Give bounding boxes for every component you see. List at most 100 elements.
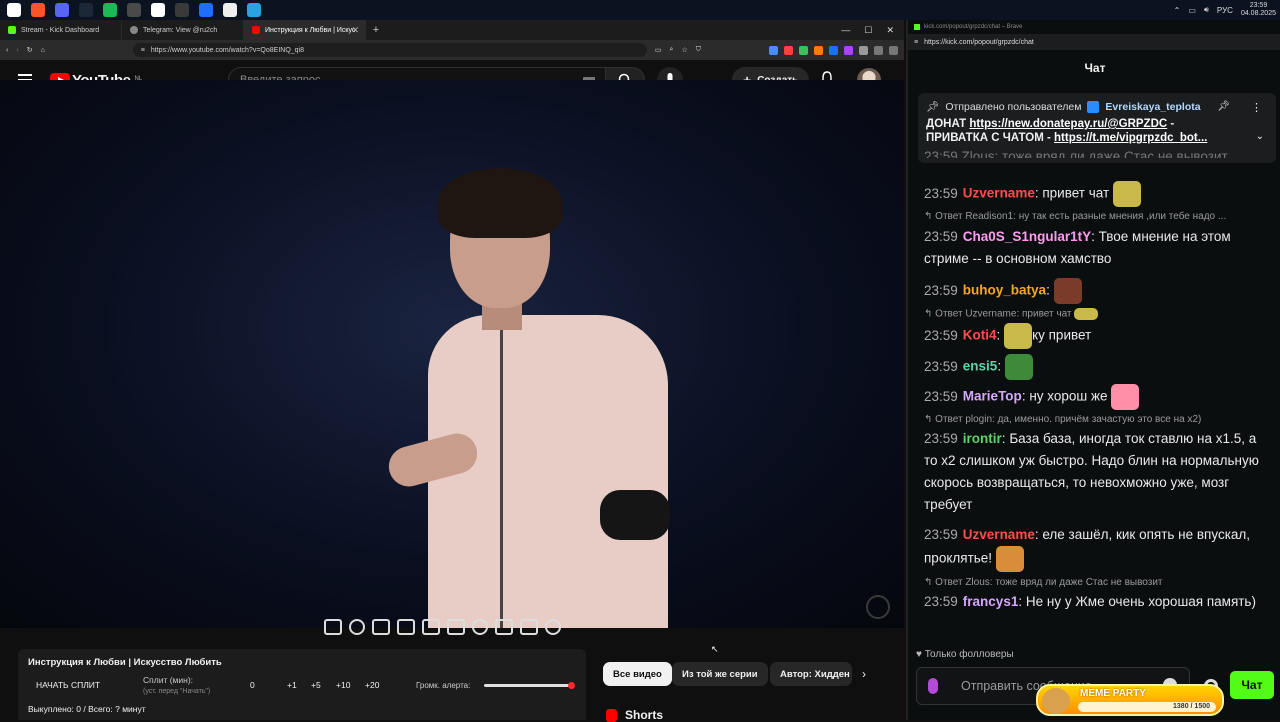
alert-volume-slider[interactable] bbox=[484, 682, 575, 689]
extension-icon[interactable] bbox=[799, 45, 808, 55]
video-player[interactable] bbox=[0, 80, 904, 628]
reply-reference[interactable]: ↰ Ответ Readison1: ну так есть разные мн… bbox=[924, 211, 1226, 222]
discord-icon[interactable] bbox=[55, 3, 69, 17]
reply-reference[interactable]: ↰ Ответ plogin: да, именно. причём зачас… bbox=[924, 414, 1201, 425]
reply-reference[interactable]: ↰ Ответ Zlous: тоже вряд ли даже Стас не… bbox=[924, 577, 1162, 588]
volume-icon[interactable]: 🔊︎ bbox=[1204, 5, 1209, 15]
increment-1-button[interactable]: +1 bbox=[287, 680, 297, 690]
share-icon[interactable]: ▭ bbox=[655, 46, 662, 54]
chat-message[interactable]: 23:59 buhoy_batya: bbox=[924, 278, 1266, 304]
app-arrow-icon[interactable] bbox=[223, 3, 237, 17]
fullscreen-icon[interactable] bbox=[447, 619, 465, 635]
chevron-down-icon[interactable]: ⌄ bbox=[1256, 131, 1264, 142]
puzzle-icon[interactable] bbox=[859, 45, 868, 55]
clock[interactable]: 23:59 04.08.2025 bbox=[1241, 2, 1276, 18]
loop-icon[interactable] bbox=[324, 619, 342, 635]
new-tab-button[interactable]: + bbox=[366, 20, 386, 40]
url-field[interactable]: ≡ https://www.youtube.com/watch?v=Qo8EIN… bbox=[132, 43, 647, 57]
extension-icon[interactable] bbox=[769, 45, 778, 55]
slider-handle[interactable] bbox=[568, 682, 575, 689]
zoom-icon[interactable]: ⌕ bbox=[670, 46, 674, 54]
brave-icon[interactable] bbox=[31, 3, 45, 17]
meme-party-widget[interactable]: MEME PARTY 1380 / 1500 bbox=[1036, 684, 1224, 716]
extension-icon[interactable] bbox=[784, 45, 793, 55]
language-indicator[interactable]: РУС bbox=[1217, 6, 1233, 15]
minimize-icon[interactable]: — bbox=[841, 25, 850, 35]
message-user[interactable]: ensi5 bbox=[963, 359, 998, 374]
message-user[interactable]: buhoy_batya bbox=[963, 283, 1046, 298]
chat-message[interactable]: 23:59 ensi5: bbox=[924, 354, 1266, 380]
followers-only-label: Только фолловеры bbox=[924, 649, 1014, 660]
chevron-up-icon[interactable]: ⌃ bbox=[1174, 6, 1181, 15]
site-info-icon[interactable]: ≡ bbox=[141, 47, 145, 54]
extension-icon[interactable] bbox=[814, 45, 823, 55]
reply-reference[interactable]: ↰ Ответ Uzvername: привет чат bbox=[924, 308, 1099, 320]
pinned-user[interactable]: Evreiskaya_teplota bbox=[1105, 101, 1200, 113]
download-icon[interactable] bbox=[874, 45, 883, 55]
chat-message[interactable]: 23:59 Cha0S_S1ngular1tY: Твое мнение на э… bbox=[924, 226, 1266, 270]
chevron-right-icon[interactable]: › bbox=[862, 667, 866, 681]
playlist-icon[interactable] bbox=[372, 619, 390, 635]
start-split-button[interactable]: НАЧАТЬ СПЛИТ bbox=[36, 680, 100, 690]
increment-10-button[interactable]: +10 bbox=[336, 680, 350, 690]
unpin-icon[interactable]: 📌︎ bbox=[1217, 101, 1230, 112]
telegram-bot-link[interactable]: https://t.me/vipgrpzdc_bot... bbox=[1054, 132, 1207, 144]
chip-same-series[interactable]: Из той же серии bbox=[672, 662, 768, 686]
message-user[interactable]: MarieTop bbox=[963, 389, 1022, 404]
chat-message[interactable]: 23:59 francys1: Не ну у Жме очень хорошая… bbox=[924, 591, 1266, 613]
extension-icon[interactable] bbox=[829, 45, 838, 55]
home-icon[interactable]: ⌂ bbox=[41, 47, 45, 54]
donate-link[interactable]: https://new.donatepay.ru/@GRPZDC bbox=[969, 118, 1167, 130]
chat-message[interactable]: 23:59 Koti4: ку привет bbox=[924, 323, 1266, 349]
broadcast-icon[interactable] bbox=[349, 619, 365, 635]
camera-icon[interactable] bbox=[520, 619, 538, 635]
settings-gear-icon[interactable] bbox=[545, 619, 561, 635]
message-user[interactable]: Uzvername bbox=[963, 527, 1035, 542]
message-user[interactable]: Uzvername bbox=[963, 186, 1035, 201]
capcut-icon[interactable] bbox=[151, 3, 165, 17]
menu-icon[interactable] bbox=[889, 45, 898, 55]
back-icon[interactable]: ‹ bbox=[6, 47, 8, 54]
tab-kick-dashboard[interactable]: Stream - Kick Dashboard bbox=[0, 20, 122, 40]
close-window-icon[interactable]: ✕ bbox=[886, 25, 894, 36]
message-user[interactable]: irontir bbox=[963, 431, 1002, 446]
monitor-icon[interactable] bbox=[127, 3, 141, 17]
microphone-icon[interactable] bbox=[928, 678, 938, 694]
reload-icon[interactable]: ↻ bbox=[27, 46, 33, 54]
tab-telegram[interactable]: Telegram: View @ru2ch bbox=[122, 20, 244, 40]
obs-icon[interactable] bbox=[175, 3, 189, 17]
picture-in-picture-icon[interactable] bbox=[422, 619, 440, 635]
channel-watermark-icon[interactable] bbox=[866, 595, 890, 619]
forward-icon[interactable]: › bbox=[16, 47, 18, 54]
telegram-icon[interactable] bbox=[247, 3, 261, 17]
start-icon[interactable] bbox=[7, 3, 21, 17]
chat-message[interactable]: 23:59 Uzvername: привет чат bbox=[924, 181, 1266, 207]
extension-icon[interactable] bbox=[844, 45, 853, 55]
send-chat-button[interactable]: Чат bbox=[1230, 671, 1274, 699]
chat-message[interactable]: 23:59 irontir: База база, иногда ток став… bbox=[924, 428, 1266, 516]
chip-author[interactable]: Автор: Хидден bbox=[770, 662, 852, 686]
chip-all-videos[interactable]: Все видео bbox=[603, 662, 672, 686]
bookmark-icon[interactable]: ☆ bbox=[681, 46, 687, 54]
speed-icon[interactable] bbox=[472, 619, 488, 635]
message-user[interactable]: Cha0S_S1ngular1tY bbox=[963, 229, 1091, 244]
increment-5-button[interactable]: +5 bbox=[311, 680, 321, 690]
message-user[interactable]: francys1 bbox=[963, 594, 1019, 609]
maximize-icon[interactable]: ☐ bbox=[864, 25, 872, 36]
app-blue-icon[interactable] bbox=[199, 3, 213, 17]
add-frame-icon[interactable] bbox=[495, 619, 513, 635]
network-icon[interactable]: ▭ bbox=[1188, 6, 1196, 15]
tab-youtube[interactable]: Инструкция к Любви | Искус ✕ bbox=[244, 20, 366, 40]
chat-message[interactable]: 23:59 MarieTop: ну хорош же bbox=[924, 384, 1266, 410]
message-user[interactable]: Koti4 bbox=[963, 328, 997, 343]
chat-message[interactable]: 23:59 Uzvername: еле зашёл, кик опять не … bbox=[924, 524, 1266, 572]
clapperboard-icon[interactable] bbox=[397, 619, 415, 635]
increment-20-button[interactable]: +20 bbox=[365, 680, 379, 690]
more-options-icon[interactable]: ⋮ bbox=[1251, 101, 1262, 114]
site-info-icon[interactable]: ≡ bbox=[914, 39, 918, 46]
close-tab-icon[interactable]: ✕ bbox=[351, 25, 359, 36]
steam-icon[interactable] bbox=[79, 3, 93, 17]
spotify-icon[interactable] bbox=[103, 3, 117, 17]
brave-shield-icon[interactable]: ⛉ bbox=[696, 46, 701, 54]
chat-url[interactable]: https://kick.com/popout/grpzdc/chat bbox=[924, 39, 1034, 46]
